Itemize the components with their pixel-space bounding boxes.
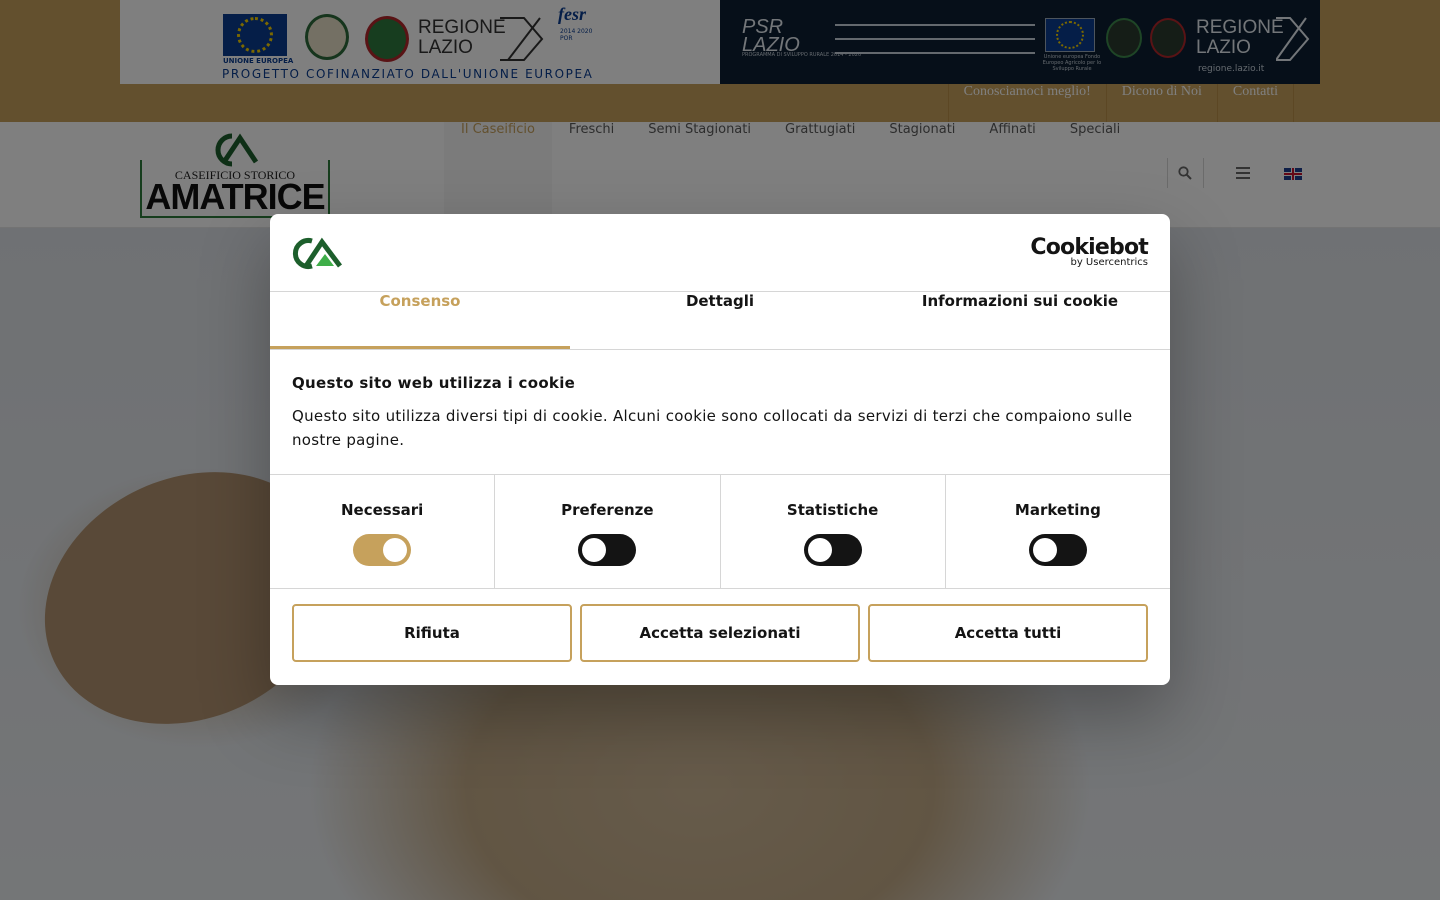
toggle-marketing[interactable]: [1028, 534, 1087, 566]
accept-selected-button[interactable]: Accetta selezionati: [580, 604, 860, 662]
cookie-consent-dialog: Cookiebot by Usercentrics Consenso Detta…: [270, 214, 1170, 685]
tab-about-cookies[interactable]: Informazioni sui cookie: [870, 292, 1170, 349]
reject-button[interactable]: Rifiuta: [292, 604, 572, 662]
dialog-description: Questo sito utilizza diversi tipi di coo…: [292, 407, 1133, 449]
dialog-buttons: Rifiuta Accetta selezionati Accetta tutt…: [292, 604, 1148, 662]
toggle-cell-preferences: Preferenze: [495, 475, 721, 588]
toggle-cell-marketing: Marketing: [946, 475, 1170, 588]
toggle-cell-statistics: Statistiche: [721, 475, 946, 588]
toggle-cell-necessary: Necessari: [270, 475, 496, 588]
dialog-tabs: Consenso Dettagli Informazioni sui cooki…: [270, 292, 1170, 350]
tab-details[interactable]: Dettagli: [570, 292, 870, 349]
tab-consent[interactable]: Consenso: [270, 292, 570, 349]
toggle-label-statistics: Statistiche: [786, 501, 879, 519]
dialog-header: Cookiebot by Usercentrics: [270, 214, 1170, 292]
dialog-title: Questo sito web utilizza i cookie: [292, 374, 576, 392]
cookiebot-brand[interactable]: Cookiebot by Usercentrics: [1030, 236, 1148, 268]
accept-all-button[interactable]: Accetta tutti: [868, 604, 1148, 662]
consent-toggles: Necessari Preferenze Statistiche Marketi…: [270, 474, 1170, 589]
dialog-body: Questo sito web utilizza i cookie Questo…: [292, 372, 1148, 452]
toggle-statistics[interactable]: [803, 534, 862, 566]
toggle-label-necessary: Necessari: [340, 501, 424, 519]
toggle-label-preferences: Preferenze: [561, 501, 654, 519]
toggle-necessary[interactable]: [353, 534, 412, 566]
toggle-label-marketing: Marketing: [1014, 501, 1101, 519]
toggle-preferences[interactable]: [578, 534, 637, 566]
site-logo-mark-icon: [293, 237, 342, 269]
